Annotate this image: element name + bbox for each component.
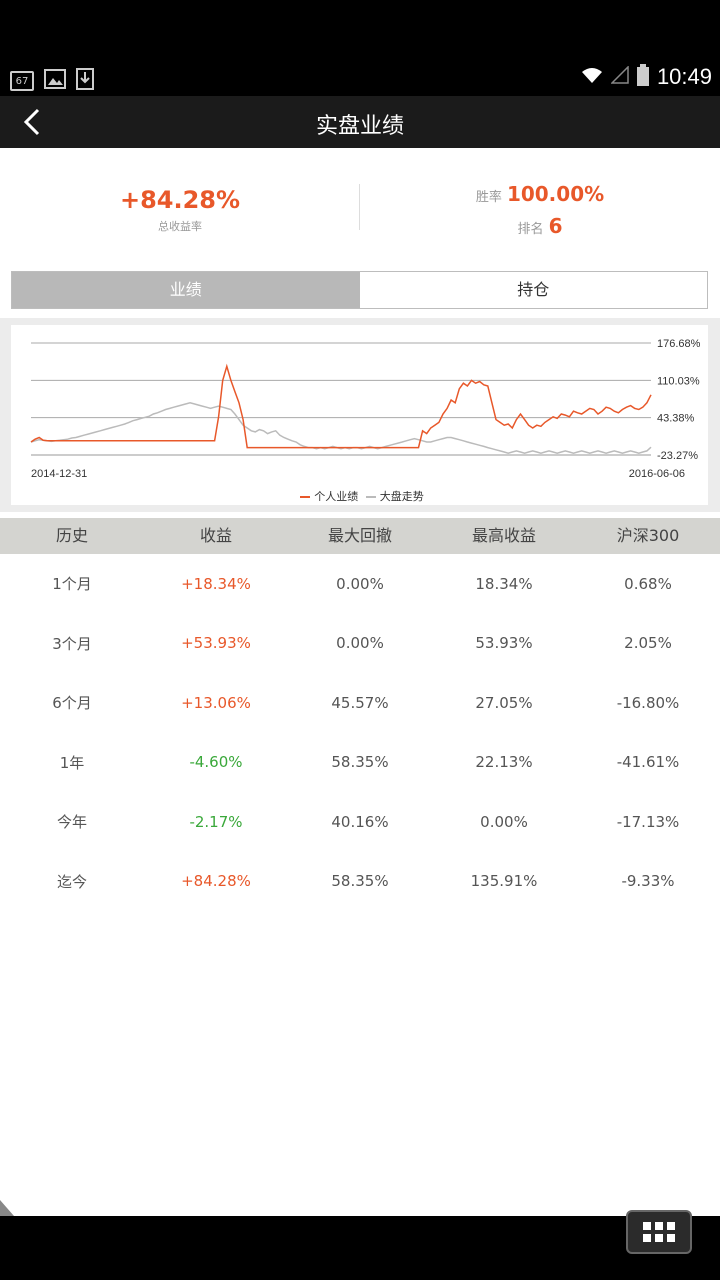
y-tick-label: 176.68% xyxy=(657,338,701,350)
header-hs300: 沪深300 xyxy=(616,526,680,545)
cell-max-return: 22.13% xyxy=(475,753,533,772)
y-tick-label: 43.38% xyxy=(657,413,695,425)
table-body: 1个月 +18.34% 0.00% 18.34% 0.68% 3个月 +53.93% 0.00… xyxy=(0,554,720,911)
cell-max-drawdown: 0.00% xyxy=(336,574,384,593)
cell-hs300: -17.13% xyxy=(616,812,680,831)
rank-label: 排名 xyxy=(517,222,544,237)
cell-return: -4.60% xyxy=(189,753,243,772)
table-row: 1年 -4.60% 58.35% 22.13% -41.61% xyxy=(0,733,720,793)
cell-period: 今年 xyxy=(56,813,87,832)
cell-hs300: 0.68% xyxy=(624,574,672,593)
chart-legend: 个人业绩 大盘走势 xyxy=(0,488,720,504)
page-title: 实盘业绩 xyxy=(315,114,404,139)
x-tick-label-end: 2016-06-06 xyxy=(629,468,685,480)
notification-count-icon: 67 xyxy=(10,71,34,91)
cell-max-return: 53.93% xyxy=(475,634,533,653)
navigation-bar xyxy=(0,1216,720,1280)
header-period: 历史 xyxy=(55,526,88,545)
table-row: 今年 -2.17% 40.16% 0.00% -17.13% xyxy=(0,792,720,852)
legend-market-label: 大盘走势 xyxy=(379,490,424,503)
table-row: 3个月 +53.93% 0.00% 53.93% 2.05% xyxy=(0,614,720,674)
series-line xyxy=(30,402,652,454)
table-row: 迄今 +84.28% 58.35% 135.91% -9.33% xyxy=(0,852,720,912)
win-rate: 胜率 100.00% xyxy=(360,182,720,206)
chart-container: 176.68% 110.03% 43.38% -23.27% 2014-12-31 201… xyxy=(11,325,708,505)
table-row: 1个月 +18.34% 0.00% 18.34% 0.68% xyxy=(0,554,720,614)
y-tick-label: -23.27% xyxy=(657,450,698,462)
tab-performance[interactable]: 业绩 xyxy=(12,272,360,308)
cell-max-drawdown: 58.35% xyxy=(331,753,389,772)
clock: 10:49 xyxy=(656,64,712,89)
app-grid-button[interactable] xyxy=(626,1210,692,1254)
status-icons-right: 10:49 xyxy=(581,64,712,90)
header-return: 收益 xyxy=(199,526,232,545)
cell-hs300: 2.05% xyxy=(624,634,672,653)
cell-period: 1年 xyxy=(59,753,85,772)
download-icon xyxy=(76,68,94,94)
grid-dot xyxy=(643,1234,651,1242)
total-return-value: +84.28% xyxy=(119,186,241,214)
header-max-drawdown: 最大回撤 xyxy=(327,526,392,545)
table-header: 历史 收益 最大回撤 最高收益 沪深300 xyxy=(0,518,720,554)
y-tick-label: 110.03% xyxy=(657,375,700,387)
tab-bar: 业绩 持仓 xyxy=(11,271,708,309)
cell-max-drawdown: 58.35% xyxy=(331,872,389,891)
cell-return: +53.93% xyxy=(181,634,251,653)
cell-period: 3个月 xyxy=(52,634,92,653)
legend-personal-swatch xyxy=(300,496,311,498)
cell-period: 6个月 xyxy=(52,694,92,713)
corner-indicator xyxy=(0,1200,14,1216)
total-return-label: 总收益率 xyxy=(158,220,202,233)
legend-personal-label: 个人业绩 xyxy=(314,490,359,503)
rank-value: 6 xyxy=(548,214,563,238)
title-bar: 实盘业绩 xyxy=(0,96,720,148)
cell-max-return: 0.00% xyxy=(480,812,528,831)
chart-area: 176.68% 110.03% 43.38% -23.27% 2014-12-31 201… xyxy=(0,318,720,512)
header-max-return: 最高收益 xyxy=(471,526,536,545)
cell-max-return: 135.91% xyxy=(470,872,538,891)
wifi-icon xyxy=(581,66,603,88)
cell-period: 迄今 xyxy=(56,872,87,891)
win-rate-value: 100.00% xyxy=(506,182,605,206)
cell-hs300: -16.80% xyxy=(616,693,680,712)
x-tick-label-start: 2014-12-31 xyxy=(31,468,87,480)
cell-return: +84.28% xyxy=(181,872,251,891)
grid-dot xyxy=(655,1234,663,1242)
cell-max-drawdown: 0.00% xyxy=(336,634,384,653)
cell-return: +13.06% xyxy=(181,693,251,712)
grid-dot xyxy=(643,1222,651,1230)
cell-max-return: 18.34% xyxy=(475,574,533,593)
table-row: 6个月 +13.06% 45.57% 27.05% -16.80% xyxy=(0,673,720,733)
battery-icon xyxy=(636,64,649,90)
grid-dot xyxy=(667,1234,675,1242)
image-icon xyxy=(44,69,66,93)
grid-dot xyxy=(667,1222,675,1230)
cell-max-return: 27.05% xyxy=(475,693,533,712)
cell-max-drawdown: 40.16% xyxy=(331,812,389,831)
status-bar: 67 10:49 xyxy=(0,0,720,96)
grid-dot xyxy=(655,1222,663,1230)
signal-icon xyxy=(610,65,629,88)
cell-return: -2.17% xyxy=(189,812,243,831)
performance-chart: 176.68% 110.03% 43.38% -23.27% 2014-12-31 201… xyxy=(30,338,701,480)
series-line xyxy=(30,363,652,449)
cell-hs300: -9.33% xyxy=(621,872,675,891)
cell-max-drawdown: 45.57% xyxy=(331,693,389,712)
tab-holdings[interactable]: 持仓 xyxy=(359,272,707,308)
cell-hs300: -41.61% xyxy=(616,753,680,772)
legend-market-swatch xyxy=(365,496,376,498)
cell-return: +18.34% xyxy=(181,574,251,593)
cell-period: 1个月 xyxy=(52,575,92,594)
rank: 排名 6 xyxy=(360,214,720,238)
win-rate-label: 胜率 xyxy=(475,190,502,205)
summary-panel: +84.28% 总收益率 胜率 100.00% 排名 6 xyxy=(0,148,720,268)
status-icons-left: 67 xyxy=(10,68,94,94)
